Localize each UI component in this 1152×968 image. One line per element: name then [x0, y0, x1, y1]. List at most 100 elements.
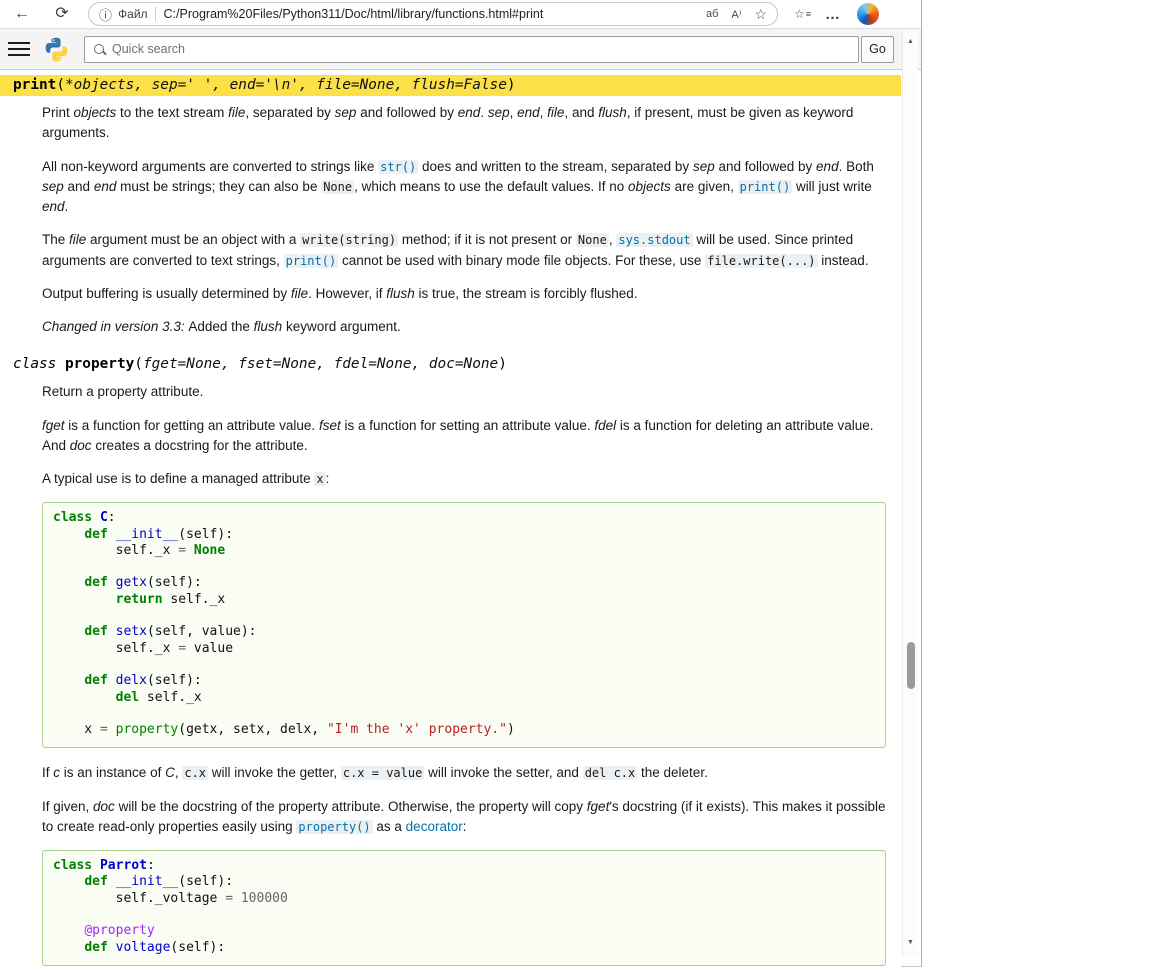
- address-divider: [155, 7, 156, 21]
- scroll-thumb[interactable]: [907, 642, 915, 689]
- signature-params: fget=None, fset=None, fdel=None, doc=Non…: [143, 356, 498, 372]
- text-segment: as a: [373, 819, 406, 834]
- read-aloud-icon[interactable]: A⁾: [731, 8, 741, 21]
- profile-avatar[interactable]: [857, 3, 879, 25]
- text-segment: end: [42, 199, 65, 214]
- code-line: def delx(self):: [53, 673, 875, 689]
- text-segment: .: [480, 105, 488, 120]
- text-segment: to the text stream: [116, 105, 228, 120]
- code-line: class Parrot:: [53, 858, 875, 874]
- more-menu-icon[interactable]: …: [825, 6, 841, 23]
- code-token: class: [53, 510, 92, 525]
- url-text[interactable]: C:/Program%20Files/Python311/Doc/html/li…: [164, 7, 693, 21]
- scroll-down-arrow[interactable]: ▼: [903, 936, 918, 950]
- text-segment: is a function for getting an attribute v…: [65, 418, 319, 433]
- add-favorite-icon[interactable]: ☆: [754, 6, 767, 23]
- code-token: [53, 874, 84, 889]
- doc-link[interactable]: property(): [296, 820, 372, 834]
- code-token: property: [116, 722, 179, 737]
- doc-link[interactable]: str(): [378, 160, 418, 174]
- signature-close-paren: ): [498, 356, 507, 372]
- text-segment: None: [321, 180, 354, 194]
- text-segment: instead.: [818, 253, 869, 268]
- doc-link[interactable]: sys.stdout: [616, 233, 692, 247]
- text-segment: file: [291, 286, 308, 301]
- back-button[interactable]: ←: [10, 2, 34, 26]
- code-token: [53, 923, 84, 938]
- text-segment: and followed by: [356, 105, 457, 120]
- text-segment: must be strings; they can also be: [116, 179, 321, 194]
- favorites-icon[interactable]: ☆≡: [794, 7, 811, 21]
- code-token: =: [178, 543, 186, 558]
- text-segment: If given,: [42, 799, 93, 814]
- code-token: return: [116, 592, 163, 607]
- search-go-button[interactable]: Go: [861, 36, 894, 63]
- code-line: del self._x: [53, 690, 875, 706]
- search-input[interactable]: [112, 42, 849, 56]
- code-token: __init__: [116, 874, 179, 889]
- code-line: @property: [53, 923, 875, 939]
- code-token: voltage: [116, 940, 171, 955]
- code-token: delx: [116, 673, 147, 688]
- doc-entry-property: class property(fget=None, fset=None, fde…: [0, 354, 901, 966]
- code-token: [53, 624, 84, 639]
- text-segment: does and written to the stream, separate…: [418, 159, 693, 174]
- code-line: def voltage(self):: [53, 940, 875, 956]
- doc-link[interactable]: decorator: [406, 819, 463, 834]
- code-token: =: [178, 641, 186, 656]
- code-token: [233, 891, 241, 906]
- text-segment: c.x = value: [341, 766, 424, 780]
- text-segment: Changed in version 3.3:: [42, 319, 188, 334]
- code-token: self._x: [139, 690, 202, 705]
- code-token: [108, 940, 116, 955]
- code-token: C: [100, 510, 108, 525]
- code-token: :: [147, 858, 155, 873]
- signature-property: class property(fget=None, fset=None, fde…: [0, 354, 901, 375]
- text-segment: Output buffering is usually determined b…: [42, 286, 291, 301]
- search-box[interactable]: [84, 36, 859, 63]
- doc-link[interactable]: print(): [284, 254, 339, 268]
- text-segment: :: [326, 471, 330, 486]
- python-logo[interactable]: [43, 36, 70, 63]
- doc-content: print(*objects, sep=' ', end='\n', file=…: [0, 70, 901, 967]
- text-segment: sep: [693, 159, 715, 174]
- code-line: return self._x: [53, 592, 875, 608]
- text-segment: The: [42, 232, 69, 247]
- text-segment: C: [165, 765, 175, 780]
- code-line: def getx(self):: [53, 575, 875, 591]
- paragraph: fget is a function for getting an attrib…: [42, 416, 886, 457]
- page-info-icon[interactable]: ⓘ: [99, 5, 112, 24]
- text-segment: ,: [510, 105, 518, 120]
- text-segment: and followed by: [715, 159, 816, 174]
- code-token: (self):: [147, 673, 202, 688]
- code-token: (self, value):: [147, 624, 257, 639]
- desktop: { "colors": { "highlight": "#fbe048", "l…: [0, 0, 1152, 968]
- code-token: def: [84, 673, 107, 688]
- doc-entry-print: print(*objects, sep=' ', end='\n', file=…: [0, 75, 901, 337]
- address-bar[interactable]: ⓘ Файл C:/Program%20Files/Python311/Doc/…: [88, 2, 778, 26]
- translate-icon[interactable]: аб: [706, 8, 718, 20]
- code-token: (self):: [147, 575, 202, 590]
- code-line: class C:: [53, 510, 875, 526]
- code-token: x: [53, 722, 100, 737]
- scroll-up-arrow[interactable]: ▲: [903, 35, 918, 49]
- menu-icon[interactable]: [8, 38, 30, 60]
- code-token: @property: [84, 923, 154, 938]
- text-segment: will be the docstring of the property at…: [115, 799, 587, 814]
- search-icon: [94, 44, 104, 54]
- text-segment: will just write: [792, 179, 872, 194]
- code-line: def __init__(self):: [53, 527, 875, 543]
- code-token: [108, 527, 116, 542]
- refresh-button[interactable]: ⟳: [50, 2, 74, 26]
- doc-link[interactable]: print(): [738, 180, 793, 194]
- text-segment: Return a property attribute.: [42, 384, 203, 399]
- text-segment: . However, if: [308, 286, 386, 301]
- code-token: self._x: [163, 592, 226, 607]
- text-segment: flush: [254, 319, 283, 334]
- code-line: [53, 657, 875, 673]
- code-line: def __init__(self):: [53, 874, 875, 890]
- code-block: class C: def __init__(self): self._x = N…: [42, 502, 886, 748]
- text-segment: Added the: [188, 319, 253, 334]
- text-segment: end: [458, 105, 481, 120]
- page-scrollbar[interactable]: ▲ ▼: [902, 30, 918, 956]
